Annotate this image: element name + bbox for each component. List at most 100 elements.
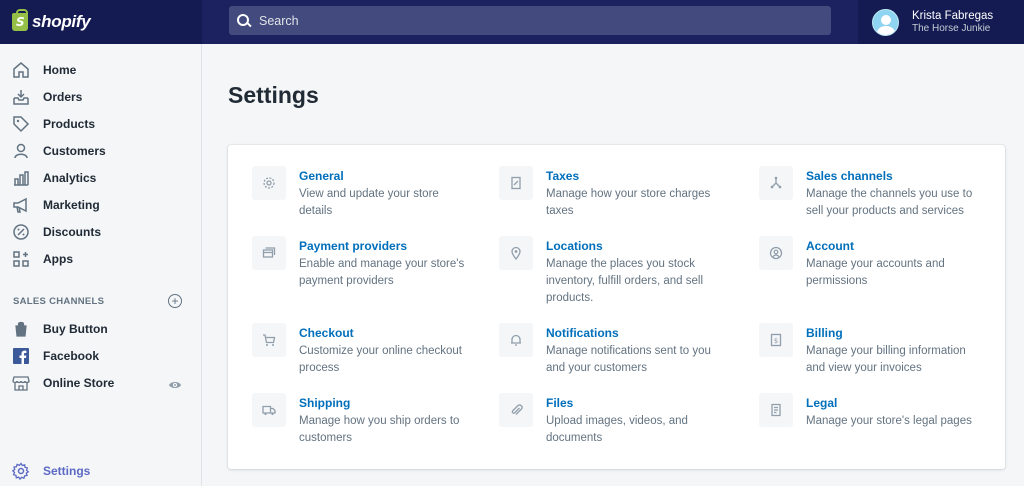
sidebar-item-label: Marketing: [43, 198, 100, 212]
setting-title: Payment providers: [299, 239, 408, 253]
setting-desc: Customize your online checkout process: [299, 345, 462, 374]
setting-taxes[interactable]: Taxes Manage how your store charges taxes: [499, 166, 739, 220]
setting-desc: Manage the channels you use to sell your…: [806, 188, 973, 217]
setting-desc: Manage how your store charges taxes: [546, 188, 711, 217]
setting-desc: Manage your billing information and view…: [806, 345, 966, 374]
shopify-bag-icon: S: [12, 9, 28, 31]
sidebar-item-label: Apps: [43, 252, 73, 266]
svg-text:$: $: [774, 337, 778, 345]
sidebar-item-label: Orders: [43, 90, 83, 104]
legal-icon: [759, 393, 793, 427]
setting-general[interactable]: General View and update your store detail…: [252, 166, 492, 220]
setting-desc: Manage notifications sent to you and you…: [546, 345, 711, 374]
setting-desc: Manage your store's legal pages: [806, 415, 972, 427]
sidebar-item-label: Discounts: [43, 225, 102, 239]
setting-desc: Manage your accounts and permissions: [806, 258, 945, 287]
settings-card: General View and update your store detail…: [228, 145, 1005, 469]
setting-title: General: [299, 169, 344, 183]
setting-sales-channels[interactable]: Sales channels Manage the channels you us…: [759, 166, 999, 220]
sidebar-item-discounts[interactable]: Discounts: [12, 221, 192, 243]
sidebar-item-label: Products: [43, 117, 96, 131]
home-icon: [12, 61, 30, 79]
search-input[interactable]: [259, 13, 831, 28]
billing-icon: $: [759, 323, 793, 357]
paperclip-icon: [499, 393, 533, 427]
setting-title: Checkout: [299, 326, 354, 340]
gear-icon: [12, 462, 30, 480]
sidebar-item-home[interactable]: Home: [12, 59, 192, 81]
add-channel-button[interactable]: +: [168, 294, 182, 308]
setting-payment-providers[interactable]: Payment providers Enable and manage your …: [252, 236, 492, 290]
search-bar[interactable]: [229, 6, 831, 35]
setting-desc: Enable and manage your store's payment p…: [299, 258, 465, 287]
avatar: [872, 8, 899, 36]
sidebar-item-online-store[interactable]: Online Store: [12, 372, 192, 394]
top-bar: S shopify Krista Fabregas The Horse Junk…: [0, 0, 1024, 44]
location-pin-icon: [499, 236, 533, 270]
sidebar-item-settings[interactable]: Settings: [12, 460, 192, 482]
megaphone-icon: [12, 196, 30, 214]
gear-icon: [252, 166, 286, 200]
setting-account[interactable]: Account Manage your accounts and permissi…: [759, 236, 999, 290]
sidebar-item-apps[interactable]: Apps: [12, 248, 192, 270]
cart-icon: [252, 323, 286, 357]
tag-icon: [12, 115, 30, 133]
user-name: Krista Fabregas: [912, 10, 994, 22]
setting-files[interactable]: Files Upload images, videos, and document…: [499, 393, 739, 447]
sidebar-item-facebook[interactable]: Facebook: [12, 345, 192, 367]
discount-icon: [12, 223, 30, 241]
setting-title: Locations: [546, 239, 603, 253]
payment-icon: [252, 236, 286, 270]
setting-shipping[interactable]: Shipping Manage how you ship orders to cu…: [252, 393, 492, 447]
setting-title: Legal: [806, 396, 838, 410]
sidebar-item-orders[interactable]: Orders: [12, 86, 192, 108]
receipt-icon: [499, 166, 533, 200]
setting-desc: View and update your store details: [299, 188, 439, 217]
sidebar-item-label: Analytics: [43, 171, 97, 185]
channels-icon: [759, 166, 793, 200]
setting-title: Account: [806, 239, 854, 253]
setting-title: Billing: [806, 326, 843, 340]
setting-title: Taxes: [546, 169, 580, 183]
setting-title: Sales channels: [806, 169, 893, 183]
setting-billing[interactable]: $ Billing Manage your billing information…: [759, 323, 999, 377]
person-icon: [12, 142, 30, 160]
setting-title: Files: [546, 396, 574, 410]
page-title: Settings: [228, 82, 319, 108]
sidebar-item-buy-button[interactable]: Buy Button: [12, 318, 192, 340]
sidebar-item-label: Settings: [43, 464, 91, 478]
store-name: The Horse Junkie: [912, 23, 991, 34]
setting-title: Shipping: [299, 396, 351, 410]
bell-icon: [499, 323, 533, 357]
eye-icon[interactable]: [168, 378, 182, 392]
setting-desc: Manage the places you stock inventory, f…: [546, 258, 704, 304]
setting-locations[interactable]: Locations Manage the places you stock inv…: [499, 236, 739, 307]
setting-desc: Upload images, videos, and documents: [546, 415, 688, 444]
logo[interactable]: S shopify: [0, 0, 202, 44]
sidebar-item-marketing[interactable]: Marketing: [12, 194, 192, 216]
orders-icon: [12, 88, 30, 106]
user-menu[interactable]: Krista Fabregas The Horse Junkie: [858, 0, 1024, 44]
setting-notifications[interactable]: Notifications Manage notifications sent t…: [499, 323, 739, 377]
logo-text: shopify: [32, 12, 91, 31]
sidebar-item-label: Facebook: [43, 349, 100, 363]
setting-desc: Manage how you ship orders to customers: [299, 415, 460, 444]
sidebar-item-customers[interactable]: Customers: [12, 140, 192, 162]
sidebar-item-label: Home: [43, 63, 77, 77]
apps-icon: [12, 250, 30, 268]
search-icon: [237, 13, 251, 28]
buy-button-icon: [12, 320, 30, 338]
facebook-icon: [12, 347, 30, 365]
sidebar: Home Orders Products Customers Analytics…: [0, 44, 202, 486]
sidebar-item-label: Customers: [43, 144, 106, 158]
setting-legal[interactable]: Legal Manage your store's legal pages: [759, 393, 999, 430]
setting-checkout[interactable]: Checkout Customize your online checkout p…: [252, 323, 492, 377]
sidebar-item-products[interactable]: Products: [12, 113, 192, 135]
truck-icon: [252, 393, 286, 427]
store-icon: [12, 374, 30, 392]
sidebar-item-label: Buy Button: [43, 322, 108, 336]
account-icon: [759, 236, 793, 270]
bar-chart-icon: [12, 169, 30, 187]
sidebar-item-analytics[interactable]: Analytics: [12, 167, 192, 189]
sidebar-item-label: Online Store: [43, 376, 115, 390]
